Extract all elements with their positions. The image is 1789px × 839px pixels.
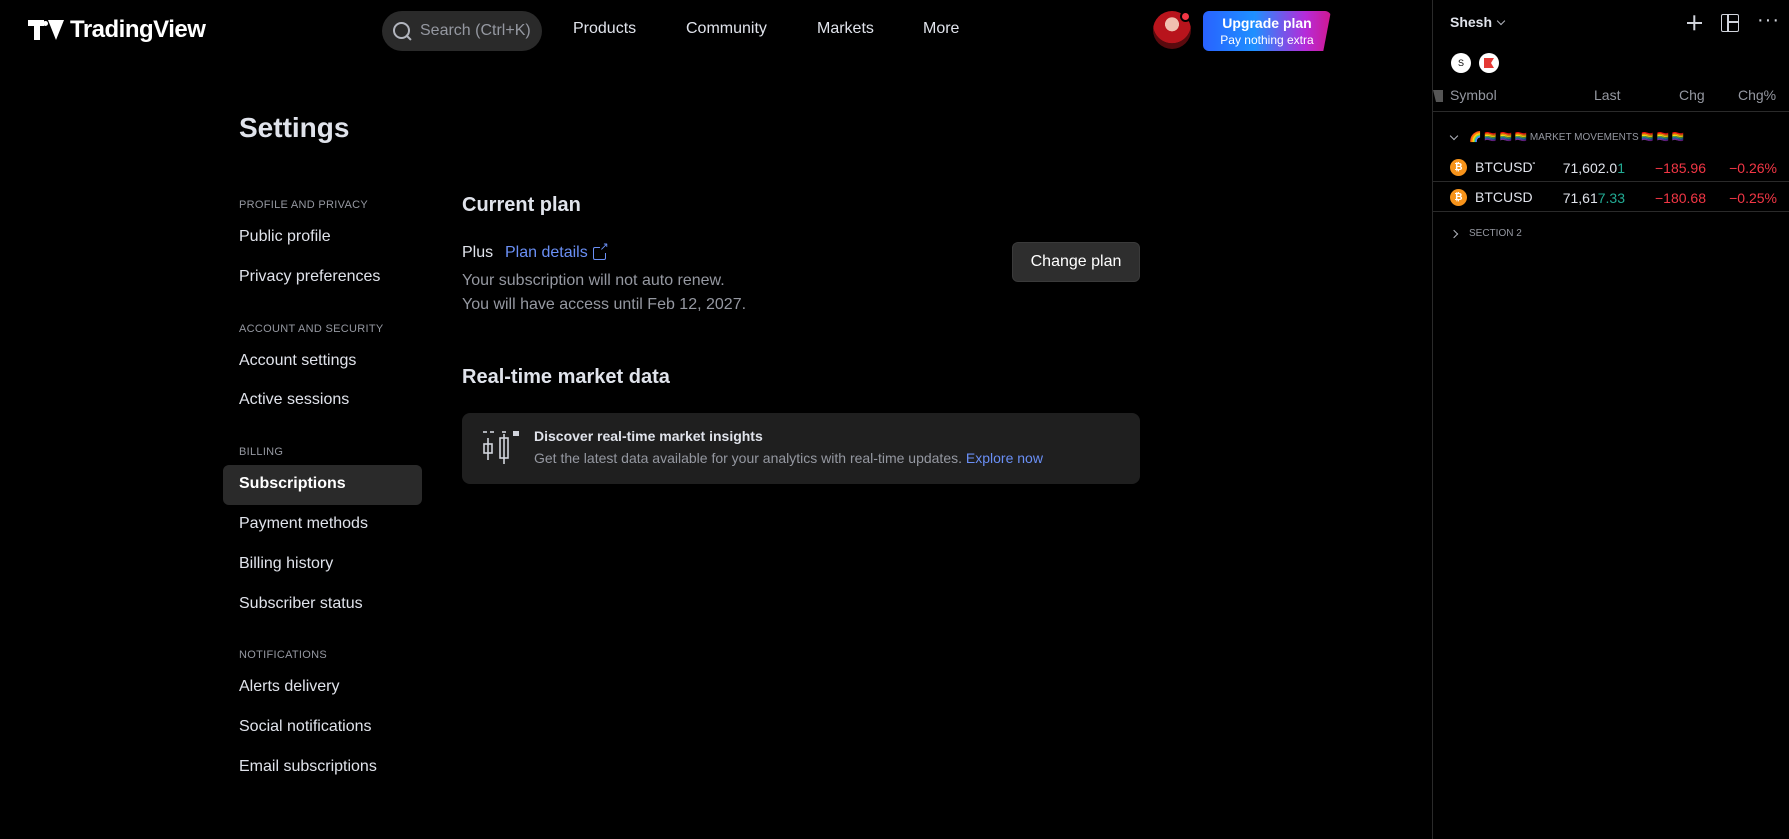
more-options-icon[interactable]: ···	[1757, 10, 1779, 34]
nav-alerts-delivery[interactable]: Alerts delivery	[239, 678, 339, 696]
upgrade-plan-button[interactable]: Upgrade plan Pay nothing extra	[1203, 11, 1331, 51]
last-cell: 71,602.01	[1563, 160, 1625, 176]
nav-active-sessions[interactable]: Active sessions	[239, 391, 349, 409]
section-label: SECTION 2	[1469, 228, 1522, 239]
nav-community[interactable]: Community	[686, 20, 767, 38]
section-heading-billing: BILLING	[239, 446, 284, 458]
nav-social-notifications[interactable]: Social notifications	[239, 718, 372, 736]
explore-now-link[interactable]: Explore now	[966, 450, 1043, 466]
last-value: 71,61	[1562, 190, 1598, 206]
upgrade-title: Upgrade plan	[1222, 15, 1312, 31]
banner-description: Get the latest data available for your a…	[534, 450, 962, 466]
column-symbol[interactable]: Symbol	[1450, 87, 1497, 103]
flag-marker-icon	[1433, 90, 1443, 102]
upgrade-subtitle: Pay nothing extra	[1220, 33, 1314, 47]
plan-details-link[interactable]: Plan details	[505, 241, 609, 262]
logo-text: TradingView	[70, 16, 206, 43]
chgp-cell: −0.25%	[1729, 190, 1777, 206]
nav-account-settings[interactable]: Account settings	[239, 352, 356, 370]
notification-dot	[1180, 11, 1191, 22]
search-icon	[392, 21, 412, 41]
column-last[interactable]: Last	[1594, 87, 1620, 103]
tradingview-logo[interactable]: TradingView	[28, 16, 206, 43]
current-plan-heading: Current plan	[462, 194, 581, 216]
status-badge-s[interactable]: S	[1451, 53, 1471, 73]
symbol-cell: BTCUSDT	[1475, 159, 1535, 175]
nav-public-profile[interactable]: Public profile	[239, 228, 331, 246]
plan-details-label: Plan details	[505, 244, 588, 261]
nav-subscriber-status[interactable]: Subscriber status	[239, 595, 363, 613]
nav-payment-methods[interactable]: Payment methods	[239, 515, 368, 533]
plan-name: Plus	[462, 244, 494, 261]
candlestick-icon	[483, 431, 519, 464]
bitcoin-icon: ₿	[1450, 159, 1467, 176]
section-market-movements[interactable]: 🌈 🏳️‍🌈 🏳️‍🌈 🏳️‍🌈 MARKET MOVEMENTS 🏳️‍🌈 🏳…	[1449, 131, 1685, 143]
chgp-cell: −0.26%	[1729, 160, 1777, 176]
nav-email-subscriptions[interactable]: Email subscriptions	[239, 758, 377, 776]
change-plan-button[interactable]: Change plan	[1012, 242, 1140, 282]
nav-products[interactable]: Products	[573, 20, 636, 38]
nav-more[interactable]: More	[923, 20, 959, 38]
header-divider	[1433, 111, 1789, 112]
table-row[interactable]: ₿ BTCUSDT 71,602.01 −185.96 −0.26%	[1433, 152, 1789, 182]
realtime-banner: Discover real-time market insights Get t…	[462, 413, 1140, 484]
chg-cell: −180.68	[1655, 190, 1706, 206]
search-placeholder: Search (Ctrl+K)	[420, 22, 531, 39]
page-title: Settings	[239, 112, 350, 143]
auto-renew-note: Your subscription will not auto renew.	[462, 272, 725, 289]
nav-privacy-preferences[interactable]: Privacy preferences	[239, 268, 380, 286]
add-symbol-icon[interactable]	[1683, 12, 1705, 34]
last-tail: 1	[1617, 160, 1625, 176]
section-heading-account: ACCOUNT AND SECURITY	[239, 323, 384, 335]
search-input[interactable]: Search (Ctrl+K)	[382, 11, 542, 51]
access-until-note: You will have access until Feb 12, 2027.	[462, 296, 747, 313]
realtime-heading: Real-time market data	[462, 366, 670, 388]
section-2[interactable]: SECTION 2	[1449, 228, 1522, 239]
chevron-down-icon	[1496, 16, 1506, 25]
banner-text-line: Get the latest data available for your a…	[534, 450, 1043, 466]
nav-subscriptions[interactable]: Subscriptions	[239, 475, 346, 493]
chevron-right-icon	[1449, 229, 1459, 238]
section-heading-profile: PROFILE AND PRIVACY	[239, 199, 368, 211]
watchlist-selector[interactable]: Shesh	[1450, 14, 1506, 30]
watchlist-panel: Shesh ··· S Symbol Last Chg Chg% 🌈 🏳️‍🌈 …	[1432, 0, 1789, 839]
column-chgp[interactable]: Chg%	[1738, 87, 1776, 103]
section-label: 🌈 🏳️‍🌈 🏳️‍🌈 🏳️‍🌈 MARKET MOVEMENTS 🏳️‍🌈 🏳…	[1469, 132, 1685, 143]
banner-title: Discover real-time market insights	[534, 428, 763, 444]
external-link-icon	[592, 241, 609, 260]
last-tail: 7.33	[1597, 190, 1625, 206]
symbol-cell: BTCUSD	[1475, 189, 1533, 205]
chevron-down-icon	[1449, 131, 1459, 141]
nav-billing-history[interactable]: Billing history	[239, 555, 333, 573]
bitcoin-icon: ₿	[1450, 189, 1467, 206]
flag-icon[interactable]	[1479, 53, 1499, 73]
section-heading-notifications: NOTIFICATIONS	[239, 649, 328, 661]
chg-cell: −185.96	[1655, 160, 1706, 176]
last-cell: 71,617.33	[1563, 190, 1625, 206]
nav-markets[interactable]: Markets	[817, 20, 874, 38]
layout-icon[interactable]	[1721, 14, 1739, 32]
tradingview-logo-icon	[28, 20, 64, 40]
table-row[interactable]: ₿ BTCUSD 71,617.33 −180.68 −0.25%	[1433, 182, 1789, 212]
column-chg[interactable]: Chg	[1679, 87, 1705, 103]
last-value: 71,602.0	[1562, 160, 1618, 176]
watchlist-name: Shesh	[1450, 14, 1493, 30]
